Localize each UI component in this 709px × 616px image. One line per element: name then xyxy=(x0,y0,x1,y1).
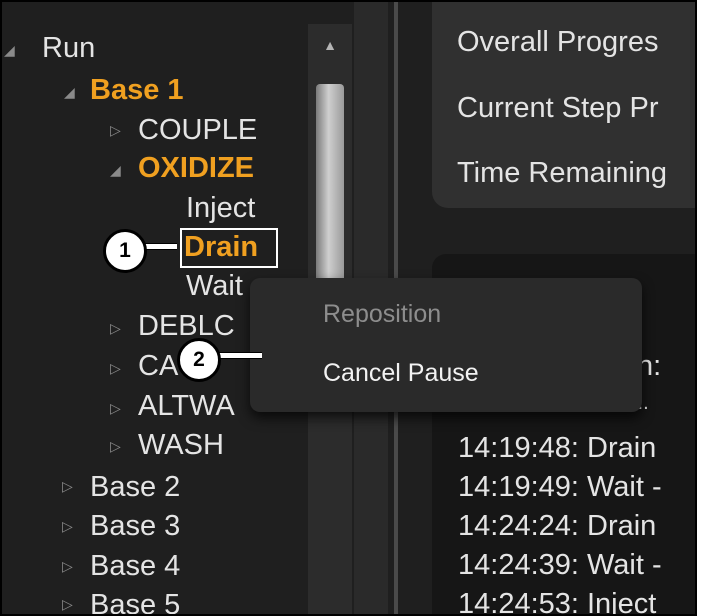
tree-item-base-3[interactable]: Base 3 xyxy=(90,508,180,544)
log-line: 14:19:49: Wait - xyxy=(458,471,662,503)
tree-item-altwash[interactable]: ALTWA xyxy=(138,388,235,424)
callout-leader-line xyxy=(145,243,177,250)
tree-item-cap[interactable]: CA xyxy=(138,348,178,384)
collapse-arrow-icon[interactable]: ◢ xyxy=(4,42,15,59)
current-step-progress-label: Current Step Pr xyxy=(457,92,659,124)
expand-arrow-icon[interactable]: ▷ xyxy=(62,558,73,575)
log-line: 14:24:53: Inject xyxy=(458,588,657,616)
expand-arrow-icon[interactable]: ▷ xyxy=(110,360,121,377)
tree-item-couple[interactable]: COUPLE xyxy=(138,112,257,148)
progress-panel: Overall Progres Current Step Pr Time Rem… xyxy=(432,2,695,208)
expand-arrow-icon[interactable]: ▷ xyxy=(110,320,121,337)
tree-item-oxidize[interactable]: OXIDIZE xyxy=(138,150,254,186)
menu-item-reposition[interactable]: Reposition xyxy=(323,300,441,329)
app-window: ◢ Run ◢ Base 1 ▷ COUPLE ◢ OXIDIZE Inject… xyxy=(0,0,697,616)
log-line: 14:19:48: Drain xyxy=(458,432,657,464)
expand-arrow-icon[interactable]: ▷ xyxy=(110,438,121,455)
log-line: 14:24:39: Wait - xyxy=(458,549,662,581)
tree-item-base-2[interactable]: Base 2 xyxy=(90,469,180,505)
tree-item-wait[interactable]: Wait xyxy=(186,268,243,304)
menu-item-cancel-pause[interactable]: Cancel Pause xyxy=(323,359,479,388)
time-remaining-label: Time Remaining xyxy=(457,157,668,189)
tree-item-base-4[interactable]: Base 4 xyxy=(90,548,180,584)
expand-arrow-icon[interactable]: ▷ xyxy=(62,596,73,613)
tree-item-run[interactable]: Run xyxy=(42,30,95,66)
overall-progress-label: Overall Progres xyxy=(457,26,659,58)
log-line: 14:24:24: Drain xyxy=(458,510,657,542)
tree-item-deblock[interactable]: DEBLC xyxy=(138,308,235,344)
collapse-arrow-icon[interactable]: ◢ xyxy=(64,84,75,101)
callout-marker-1: 1 xyxy=(103,229,147,273)
tree-item-base-5[interactable]: Base 5 xyxy=(90,587,180,614)
scroll-up-arrow-icon[interactable]: ▲ xyxy=(316,30,344,60)
collapse-arrow-icon[interactable]: ◢ xyxy=(110,162,121,179)
expand-arrow-icon[interactable]: ▷ xyxy=(62,518,73,535)
callout-leader-line xyxy=(216,352,262,359)
tree-item-base-1[interactable]: Base 1 xyxy=(90,72,184,108)
callout-marker-2: 2 xyxy=(177,338,221,382)
tree-item-inject[interactable]: Inject xyxy=(186,190,255,226)
context-menu: Reposition Cancel Pause xyxy=(250,278,642,412)
expand-arrow-icon[interactable]: ▷ xyxy=(62,478,73,495)
expand-arrow-icon[interactable]: ▷ xyxy=(110,122,121,139)
tree-item-wash[interactable]: WASH xyxy=(138,427,224,463)
tree-item-drain[interactable]: Drain xyxy=(184,229,258,265)
expand-arrow-icon[interactable]: ▷ xyxy=(110,400,121,417)
